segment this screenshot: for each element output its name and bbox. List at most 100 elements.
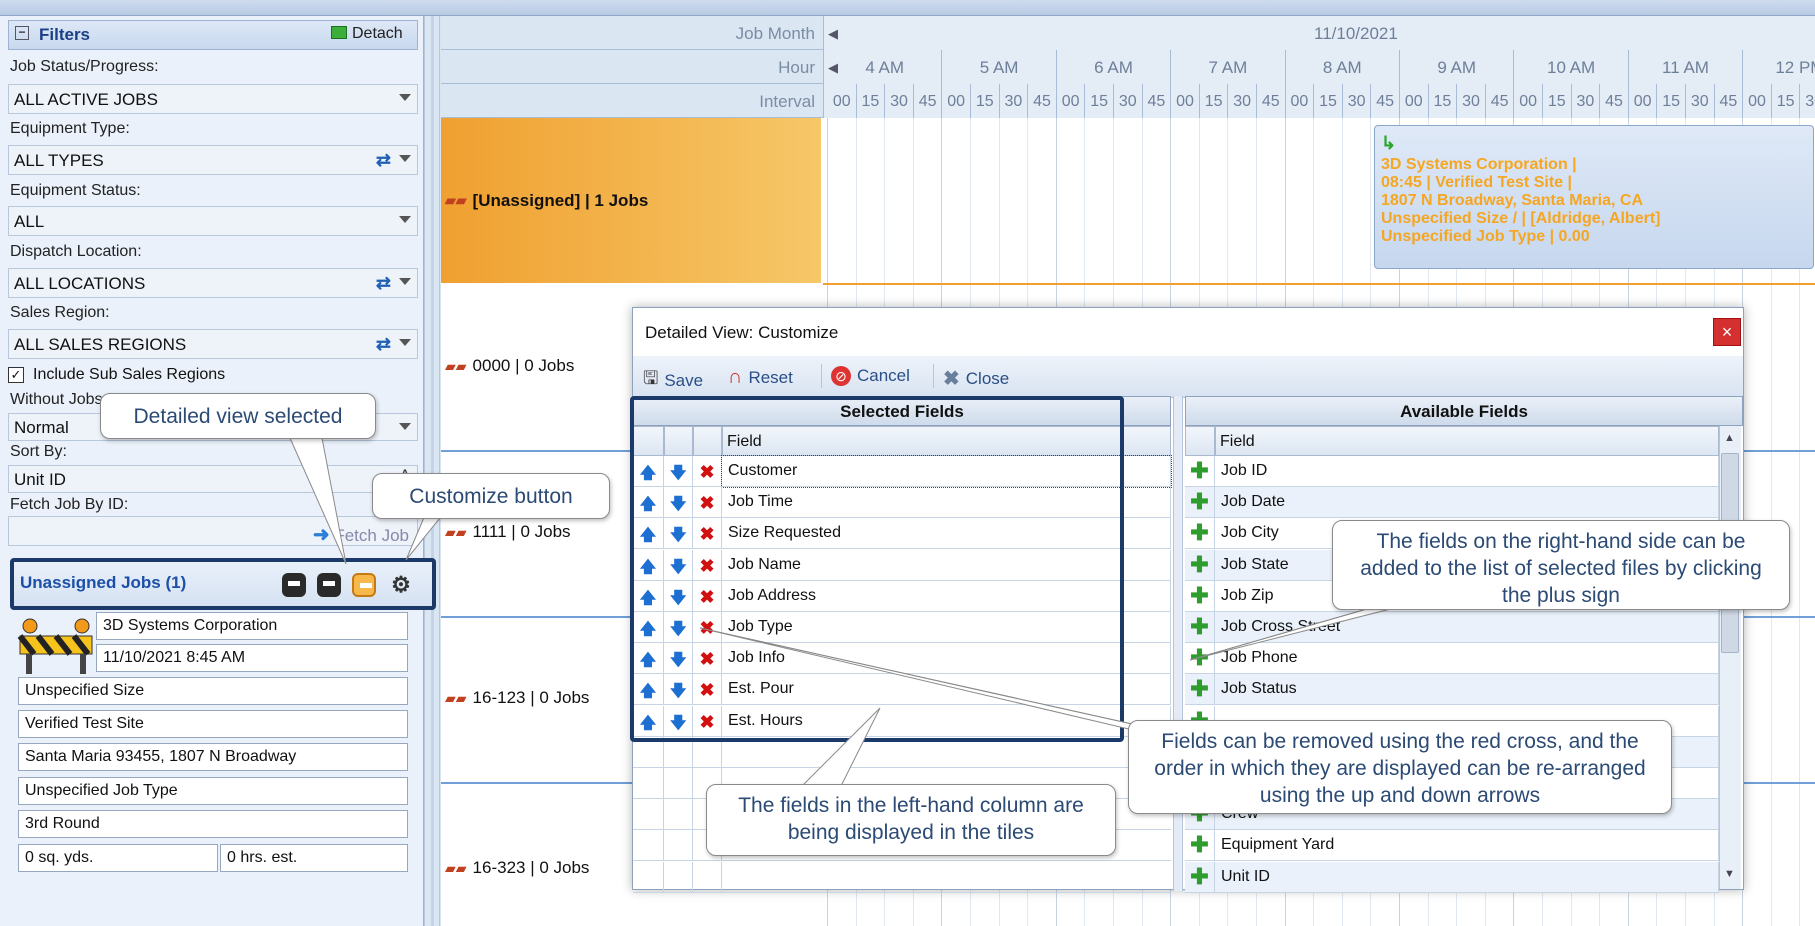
interval-cell: 30	[1686, 84, 1715, 118]
cancel-button[interactable]: ⊘ Cancel	[831, 366, 910, 386]
available-field-row: ✚ Unit ID	[1185, 861, 1719, 893]
equipment-status-select[interactable]: ALL	[8, 206, 418, 236]
hour-cell: 5 AM	[942, 50, 1057, 84]
add-plus-icon[interactable]: ✚	[1185, 456, 1215, 487]
without-jobs-label: Without Jobs	[10, 391, 103, 408]
job-status-label: Job Status/Progress:	[10, 58, 159, 75]
selected-fields-highlight	[630, 396, 1124, 742]
dispatch-location-select[interactable]: ALL LOCATIONS ⇄	[8, 268, 418, 298]
interval-cell: 00	[1400, 84, 1429, 118]
interval-cell: 00	[1743, 84, 1772, 118]
sort-by-select[interactable]: Unit IDAZ	[8, 465, 418, 493]
collapse-icon[interactable]: −	[15, 26, 29, 40]
interval-cell: 45	[1143, 84, 1172, 118]
detach-button[interactable]: Detach	[331, 25, 403, 43]
interval-cell: 45	[1715, 84, 1744, 118]
add-plus-icon[interactable]: ✚	[1185, 487, 1215, 519]
add-plus-icon[interactable]: ✚	[1185, 549, 1215, 581]
refresh-icon[interactable]: ⇄	[376, 334, 391, 355]
date-header: 11/10/2021	[1314, 24, 1398, 43]
refresh-icon[interactable]: ⇄	[376, 150, 391, 171]
interval-cell: 15	[1772, 84, 1801, 118]
unassigned-jobs-title: Unassigned Jobs (1)	[20, 573, 187, 592]
interval-cell: 45	[1028, 84, 1057, 118]
scroll-up-icon[interactable]: ▲	[1724, 432, 1735, 444]
truck-icon: ▰▰	[445, 357, 467, 374]
tile-datetime: 11/10/2021 8:45 AM	[96, 644, 408, 672]
save-button[interactable]: 🖫 Save	[643, 366, 703, 396]
available-field-row: ✚ Job Date	[1185, 487, 1719, 519]
available-field-name: Job Cross Street	[1215, 612, 1719, 643]
reset-icon: ∩	[728, 366, 743, 388]
tile-info: 3rd Round	[18, 810, 408, 838]
add-plus-icon[interactable]: ✚	[1185, 861, 1215, 893]
scroll-down-icon[interactable]: ▼	[1724, 868, 1735, 880]
add-plus-icon[interactable]: ✚	[1185, 674, 1215, 706]
refresh-icon[interactable]: ⇄	[376, 273, 391, 294]
interval-cell: 30	[1572, 84, 1601, 118]
sales-region-label: Sales Region:	[10, 304, 110, 321]
add-plus-icon[interactable]: ✚	[1185, 612, 1215, 643]
tile-pour: 0 sq. yds.	[18, 844, 218, 872]
panel-splitter[interactable]	[424, 16, 440, 926]
compact-view-button[interactable]	[282, 573, 306, 597]
available-field-name: Job Date	[1215, 487, 1719, 519]
dialog-toolbar: 🖫 Save ∩ Reset ⊘ Cancel ✖ Close	[633, 356, 1743, 398]
interval-cell: 00	[1514, 84, 1543, 118]
hour-cell: 11 AM	[1629, 50, 1744, 84]
hour-cell: 7 AM	[1171, 50, 1286, 84]
tile-address: Santa Maria 93455, 1807 N Broadway	[18, 743, 408, 771]
job-card-line: 08:45 | Verified Test Site |	[1381, 174, 1572, 191]
chevron-down-icon	[399, 278, 411, 285]
interval-cell: 15	[857, 84, 886, 118]
fetch-job-button[interactable]: ➜ Fetch Job	[8, 516, 418, 546]
dialog-close-button[interactable]: ×	[1713, 318, 1741, 346]
add-plus-icon[interactable]: ✚	[1185, 830, 1215, 862]
include-sub-regions-checkbox[interactable]: ✓ Include Sub Sales Regions	[8, 366, 225, 384]
equipment-status-label: Equipment Status:	[10, 182, 141, 199]
interval-cell: 30	[1457, 84, 1486, 118]
available-field-name: Job Phone	[1215, 643, 1719, 675]
chevron-down-icon	[399, 155, 411, 162]
summary-view-button[interactable]	[317, 573, 341, 597]
callout-customize-button: Customize button	[372, 473, 610, 519]
reset-button[interactable]: ∩ Reset	[728, 366, 793, 389]
callout-left-column: The fields in the left-hand column are b…	[706, 784, 1116, 856]
add-plus-icon[interactable]: ✚	[1185, 580, 1215, 612]
scroll-left-icon[interactable]: ◀	[828, 60, 838, 76]
selected-field-row	[633, 861, 1171, 893]
interval-cell: 15	[1314, 84, 1343, 118]
available-field-name: Unit ID	[1215, 861, 1719, 893]
hour-cell: 10 AM	[1514, 50, 1629, 84]
chevron-down-icon	[399, 339, 411, 346]
interval-cell: 15	[1200, 84, 1229, 118]
available-field-row: ✚ Equipment Yard	[1185, 830, 1719, 862]
available-field-row: ✚ Job ID	[1185, 456, 1719, 487]
filters-header[interactable]: − Filters Detach	[8, 20, 418, 50]
equipment-type-select[interactable]: ALL TYPES ⇄	[8, 145, 418, 175]
available-fields-header: Available Fields	[1185, 396, 1743, 426]
schedule-row-unassigned[interactable]: ▰▰ [Unassigned] | 1 Jobs	[441, 118, 821, 283]
interval-cell: 15	[1429, 84, 1458, 118]
job-card[interactable]: ↳ 3D Systems Corporation | 08:45 | Verif…	[1374, 125, 1814, 269]
chevron-down-icon	[399, 423, 411, 430]
arrow-right-icon: ↳	[1381, 133, 1397, 153]
callout-detailed-view: Detailed view selected	[100, 393, 376, 439]
job-status-select[interactable]: ALL ACTIVE JOBS	[8, 84, 418, 114]
callout-remove-reorder: Fields can be removed using the red cros…	[1128, 720, 1672, 814]
detailed-view-button[interactable]	[352, 573, 376, 597]
close-button[interactable]: ✖ Close	[943, 366, 1009, 391]
add-plus-icon[interactable]: ✚	[1185, 518, 1215, 550]
gear-icon[interactable]: ⚙	[388, 572, 414, 598]
hour-cell: 8 AM	[1286, 50, 1400, 84]
add-plus-icon[interactable]: ✚	[1185, 643, 1215, 675]
sales-region-select[interactable]: ALL SALES REGIONS ⇄	[8, 329, 418, 359]
job-card-line: Unspecified Job Type | 0.00	[1381, 228, 1590, 245]
dialog-title: Detailed View: Customize	[633, 308, 1743, 356]
truck-icon: ▰▰	[445, 523, 467, 540]
interval-cell: 30	[1343, 84, 1372, 118]
interval-cell: 00	[1629, 84, 1658, 118]
available-field-name: Job Status	[1215, 674, 1719, 706]
interval-cell: 45	[1600, 84, 1629, 118]
scroll-left-icon[interactable]: ◀	[828, 26, 838, 42]
